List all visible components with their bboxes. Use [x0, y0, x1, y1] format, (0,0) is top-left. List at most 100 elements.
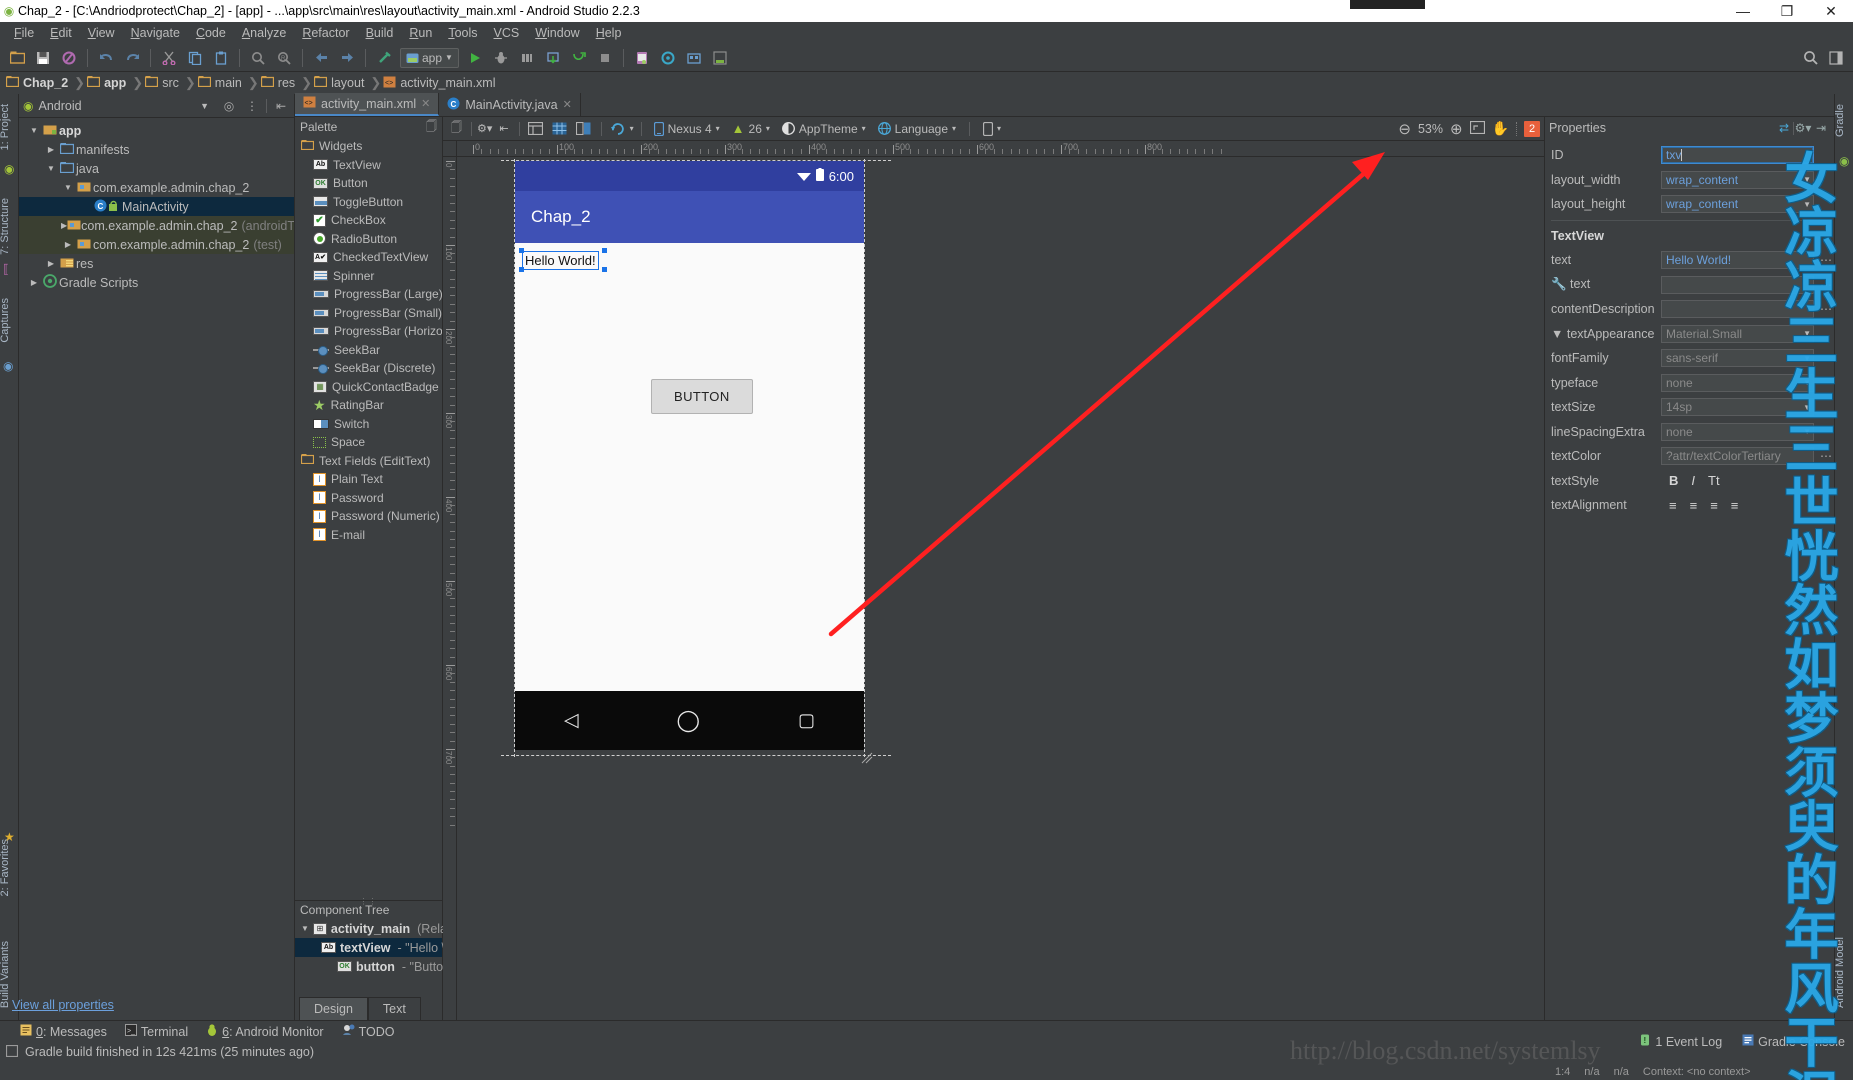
align-left-icon[interactable]: ≡: [1669, 498, 1677, 513]
nav-home-icon[interactable]: ◯: [677, 708, 701, 733]
chevron-down-icon[interactable]: ▼: [1803, 354, 1811, 363]
search-icon[interactable]: [1798, 46, 1822, 70]
language-selector[interactable]: Language ▾: [873, 119, 961, 139]
title-drag-handle[interactable]: [1350, 0, 1425, 9]
open-project-icon[interactable]: [5, 46, 29, 70]
view-all-properties-link[interactable]: View all properties: [12, 998, 114, 1012]
tool-window--android-monitor[interactable]: 6: Android Monitor: [206, 1024, 324, 1039]
palette-item-progressbar-horizont-[interactable]: ProgressBar (Horizont...: [295, 322, 442, 341]
editor-tab-mainactivity-java[interactable]: C MainActivity.java ✕: [439, 93, 581, 116]
menu-item-window[interactable]: Window: [527, 24, 587, 42]
run-configuration-selector[interactable]: app ▼: [400, 47, 459, 68]
minimize-button[interactable]: —: [1721, 0, 1765, 22]
forward-icon[interactable]: [335, 46, 359, 70]
properties-list[interactable]: ID txv layout_width wrap_content ▼ layout_hei…: [1545, 139, 1834, 1020]
project-tree-item[interactable]: ▶ com.example.admin.chap_2 (test): [19, 235, 294, 254]
align-center-icon[interactable]: ≡: [1690, 498, 1698, 513]
chevron-right-icon[interactable]: ▶: [27, 278, 41, 287]
tab-text[interactable]: Text: [367, 997, 421, 1020]
close-icon[interactable]: ✕: [563, 98, 572, 111]
palette-item-plain-text[interactable]: I Plain Text: [295, 470, 442, 489]
find-icon[interactable]: [246, 46, 270, 70]
project-view-selector[interactable]: Android: [38, 99, 195, 113]
palette-dock-icon[interactable]: 🗍: [447, 119, 466, 138]
project-tree-item[interactable]: ▶ Gradle Scripts: [19, 273, 294, 292]
text-style-italic-button[interactable]: I: [1691, 473, 1695, 488]
menu-item-run[interactable]: Run: [401, 24, 440, 42]
text-style-bold-button[interactable]: B: [1669, 473, 1678, 488]
hide-panel-icon[interactable]: ⇤: [272, 99, 290, 113]
chevron-down-icon[interactable]: ▼: [1803, 329, 1811, 338]
component-tree-row[interactable]: OK button - "Button": [295, 957, 455, 976]
property-value-contentdescription[interactable]: [1661, 300, 1814, 319]
palette-item-quickcontactbadge[interactable]: ▦ QuickContactBadge: [295, 378, 442, 397]
gear-icon[interactable]: ⚙▾: [1794, 121, 1812, 135]
menu-item-vcs[interactable]: VCS: [486, 24, 528, 42]
hide-panel-icon[interactable]: ⇥: [1812, 121, 1830, 135]
palette-item-password-numeric-[interactable]: I Password (Numeric): [295, 507, 442, 526]
property-value-layout_height[interactable]: wrap_content ▼: [1661, 195, 1814, 214]
chevron-down-icon[interactable]: ▼: [200, 101, 215, 111]
palette-item-seekbar-discrete-[interactable]: SeekBar (Discrete): [295, 359, 442, 378]
zoom-in-button[interactable]: ⊕: [1450, 120, 1463, 138]
layout-toggle-icon[interactable]: [1824, 46, 1848, 70]
property-more-button[interactable]: ⋯: [1818, 278, 1834, 292]
project-tree-item[interactable]: ▶com.example.admin.chap_2(androidTest): [19, 216, 294, 235]
component-tree-row[interactable]: Ab textView - "Hello \...: [295, 938, 455, 957]
palette-item-textview[interactable]: Ab TextView: [295, 156, 442, 175]
palette-item-spinner[interactable]: Spinner: [295, 267, 442, 286]
textview-widget[interactable]: Hello World!: [522, 251, 599, 270]
both-views-icon[interactable]: [573, 119, 595, 139]
palette-item-ratingbar[interactable]: ★ RatingBar: [295, 396, 442, 415]
palette-item-button[interactable]: OK Button: [295, 174, 442, 193]
chevron-down-icon[interactable]: ▼: [27, 126, 41, 135]
virtual-device-selector[interactable]: ▾: [978, 119, 1006, 139]
text-style-allcaps-button[interactable]: Tt: [1708, 473, 1720, 488]
palette-item-checkbox[interactable]: ✔ CheckBox: [295, 211, 442, 230]
avd-manager-icon[interactable]: [630, 46, 654, 70]
rotate-icon[interactable]: [608, 119, 630, 139]
chevron-down-icon[interactable]: ▼: [44, 164, 58, 173]
cut-icon[interactable]: [157, 46, 181, 70]
project-tree-item[interactable]: ▼ app: [19, 121, 294, 140]
device-preview[interactable]: 6:00 Chap_2 Hello World! BUTTON ◁ ◯ ▢: [515, 161, 864, 750]
copy-icon[interactable]: [183, 46, 207, 70]
chevron-down-icon[interactable]: ▼: [1803, 403, 1811, 412]
property-value-id[interactable]: txv: [1661, 146, 1814, 165]
tab-design[interactable]: Design: [299, 997, 368, 1020]
property-more-button[interactable]: ⋯: [1818, 449, 1834, 463]
project-tree-item[interactable]: C MainActivity: [19, 197, 294, 216]
selection-handle-bl[interactable]: [519, 267, 524, 272]
chevron-down-icon[interactable]: ▼: [301, 924, 309, 933]
palette-list[interactable]: Widgets Ab TextView OK Button ToggleButton ✔ Ch…: [295, 137, 442, 900]
chevron-down-icon[interactable]: ▼: [61, 183, 75, 192]
align-right-icon[interactable]: ≡: [1710, 498, 1718, 513]
palette-item-togglebutton[interactable]: ToggleButton: [295, 193, 442, 212]
property-value-text[interactable]: [1661, 275, 1814, 294]
property-value-typeface[interactable]: none ▼: [1661, 373, 1814, 392]
project-tree-item[interactable]: ▼ java: [19, 159, 294, 178]
sidebar-tab-captures[interactable]: Captures: [0, 294, 18, 347]
pan-hand-icon[interactable]: ✋: [1492, 120, 1509, 137]
sidebar-tab-structure[interactable]: 7: Structure: [0, 194, 18, 259]
target-icon[interactable]: ◎: [220, 99, 238, 113]
menu-item-build[interactable]: Build: [358, 24, 402, 42]
project-tree-item[interactable]: ▶ res: [19, 254, 294, 273]
component-tree-row[interactable]: ▼⊞activity_main(Relative...: [295, 919, 477, 938]
step-into-icon[interactable]: [567, 46, 591, 70]
status-event-log[interactable]: ! 1 Event Log: [1639, 1034, 1722, 1049]
blueprint-view-icon[interactable]: [549, 119, 571, 139]
selection-handle-br[interactable]: [602, 267, 607, 272]
run-icon[interactable]: [463, 46, 487, 70]
selection-handle-tl[interactable]: [519, 248, 524, 253]
sidebar-tab-android-model[interactable]: Android Model: [1834, 933, 1853, 1012]
device-selector[interactable]: Nexus 4 ▾: [649, 119, 725, 139]
menu-item-analyze[interactable]: Analyze: [234, 24, 294, 42]
breadcrumb-item-4[interactable]: res: [259, 76, 301, 90]
theme-selector[interactable]: AppTheme ▾: [777, 119, 871, 139]
project-tree-item[interactable]: ▼ com.example.admin.chap_2: [19, 178, 294, 197]
palette-item-e-mail[interactable]: I E-mail: [295, 526, 442, 545]
menu-item-refactor[interactable]: Refactor: [294, 24, 357, 42]
align-justify-icon[interactable]: ≡: [1731, 498, 1739, 513]
palette-item-switch[interactable]: Switch: [295, 415, 442, 434]
